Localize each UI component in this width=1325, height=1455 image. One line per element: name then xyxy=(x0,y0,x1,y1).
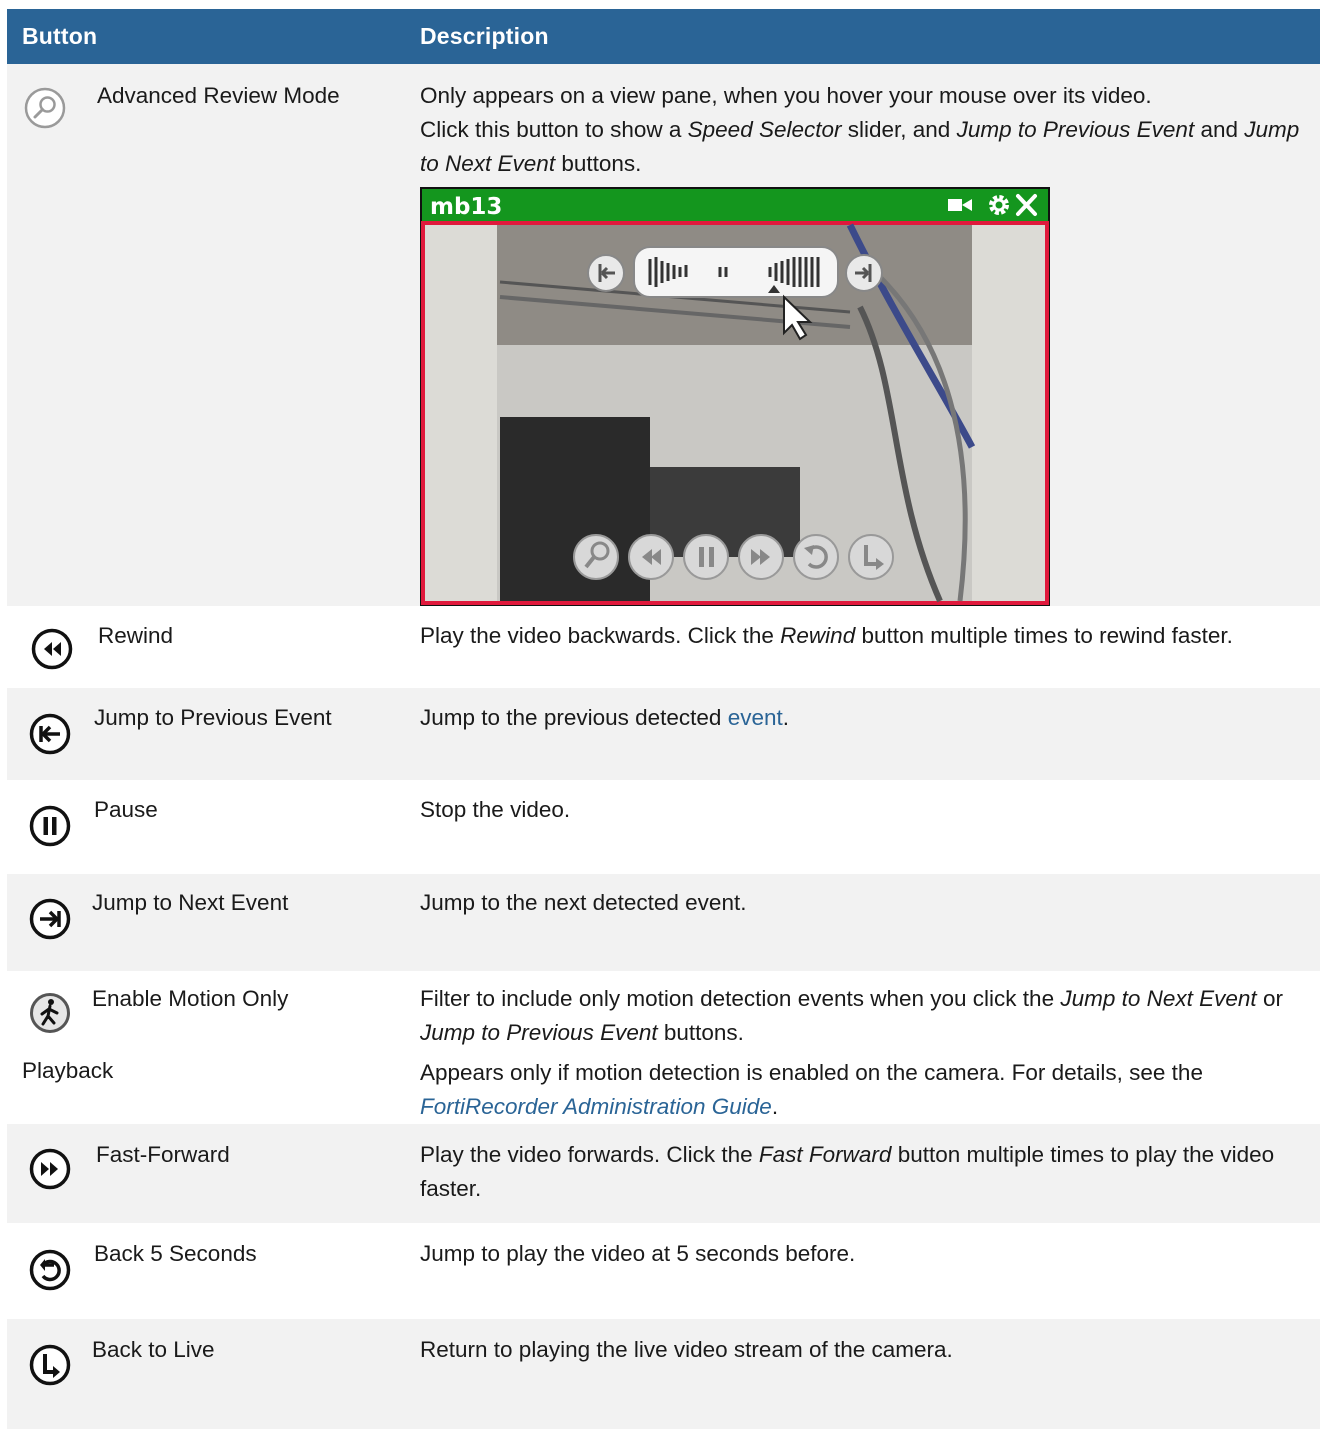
table-row: Rewind Play the video backwards. Click t… xyxy=(7,606,1320,688)
description-cell: Jump to play the video at 5 seconds befo… xyxy=(403,1223,1320,1319)
description-text: Play the video forwards. Click the Fast … xyxy=(420,1142,1275,1201)
button-cell: Pause xyxy=(7,780,403,874)
button-cell: Fast-Forward xyxy=(7,1124,403,1223)
jump-previous-icon xyxy=(28,712,72,756)
rewind-icon xyxy=(30,627,74,671)
table-header-row: Button Description xyxy=(7,9,1320,64)
button-cell: Jump to Next Event xyxy=(7,874,403,971)
description-text: Filter to include only motion detection … xyxy=(420,986,1283,1045)
table-row: Back 5 Seconds Jump to play the video at… xyxy=(7,1223,1320,1319)
description-cell: Stop the video. xyxy=(403,780,1320,874)
header-description: Description xyxy=(403,9,1320,64)
fast-forward-icon xyxy=(28,1147,72,1191)
description-cell: Only appears on a view pane, when you ho… xyxy=(403,64,1320,606)
table-row: Fast-Forward Play the video forwards. Cl… xyxy=(7,1124,1320,1223)
advanced-review-icon xyxy=(23,86,67,130)
table-row: Back to Live Return to playing the live … xyxy=(7,1319,1320,1429)
description-cell: Play the video forwards. Click the Fast … xyxy=(403,1124,1320,1223)
button-label-continued: Playback xyxy=(22,1058,114,1083)
description-cell: Jump to the next detected event. xyxy=(403,874,1320,971)
back-to-live-icon xyxy=(28,1343,72,1387)
button-cell: Rewind xyxy=(7,606,403,688)
motion-only-icon xyxy=(28,991,72,1035)
back-5-seconds-icon xyxy=(28,1248,72,1292)
description-text: Return to playing the live video stream … xyxy=(420,1337,953,1362)
pause-icon xyxy=(28,804,72,848)
admin-guide-link[interactable]: FortiRecorder Administration Guide xyxy=(420,1094,772,1119)
button-label: Back to Live xyxy=(92,1337,215,1362)
description-text: Play the video backwards. Click the Rewi… xyxy=(420,623,1233,648)
button-label: Enable Motion Only xyxy=(92,986,289,1011)
button-cell: Back to Live xyxy=(7,1319,403,1429)
jump-next-icon xyxy=(28,897,72,941)
description-text: Jump to the previous detected event. xyxy=(420,705,789,730)
description-cell: Filter to include only motion detection … xyxy=(403,971,1320,1124)
description-cell: Play the video backwards. Click the Rewi… xyxy=(403,606,1320,688)
button-label: Advanced Review Mode xyxy=(97,83,340,108)
description-text: Appears only if motion detection is enab… xyxy=(420,1060,1203,1119)
button-label: Jump to Previous Event xyxy=(94,705,332,730)
description-text: Click this button to show a Speed Select… xyxy=(420,117,1300,176)
description-cell: Jump to the previous detected event. xyxy=(403,688,1320,780)
button-label: Back 5 Seconds xyxy=(94,1241,257,1266)
button-label: Fast-Forward xyxy=(96,1142,230,1167)
button-cell: Enable Motion Only Playback xyxy=(7,971,403,1124)
description-cell: Return to playing the live video stream … xyxy=(403,1319,1320,1429)
description-text: Only appears on a view pane, when you ho… xyxy=(420,83,1152,108)
description-text: Jump to the next detected event. xyxy=(420,890,747,915)
event-link[interactable]: event xyxy=(728,705,783,730)
table-row: Jump to Previous Event Jump to the previ… xyxy=(7,688,1320,780)
button-label: Rewind xyxy=(98,623,174,648)
table-row: Jump to Next Event Jump to the next dete… xyxy=(7,874,1320,971)
table-row: Enable Motion Only Playback Filter to in… xyxy=(7,971,1320,1124)
button-cell: Back 5 Seconds xyxy=(7,1223,403,1319)
description-text: Stop the video. xyxy=(420,797,571,822)
description-text: Jump to play the video at 5 seconds befo… xyxy=(420,1241,856,1266)
button-label: Jump to Next Event xyxy=(92,890,289,915)
camera-name: mb13 xyxy=(430,194,502,220)
header-button: Button xyxy=(7,9,403,64)
table-row: Advanced Review Mode Only appears on a v… xyxy=(7,64,1320,606)
button-cell: Jump to Previous Event xyxy=(7,688,403,780)
view-pane-screenshot: mb13 xyxy=(420,187,1050,606)
button-label: Pause xyxy=(94,797,158,822)
button-cell: Advanced Review Mode xyxy=(7,64,403,606)
button-reference-table: Button Description Advanced Review Mode … xyxy=(7,9,1320,1429)
table-row: Pause Stop the video. xyxy=(7,780,1320,874)
